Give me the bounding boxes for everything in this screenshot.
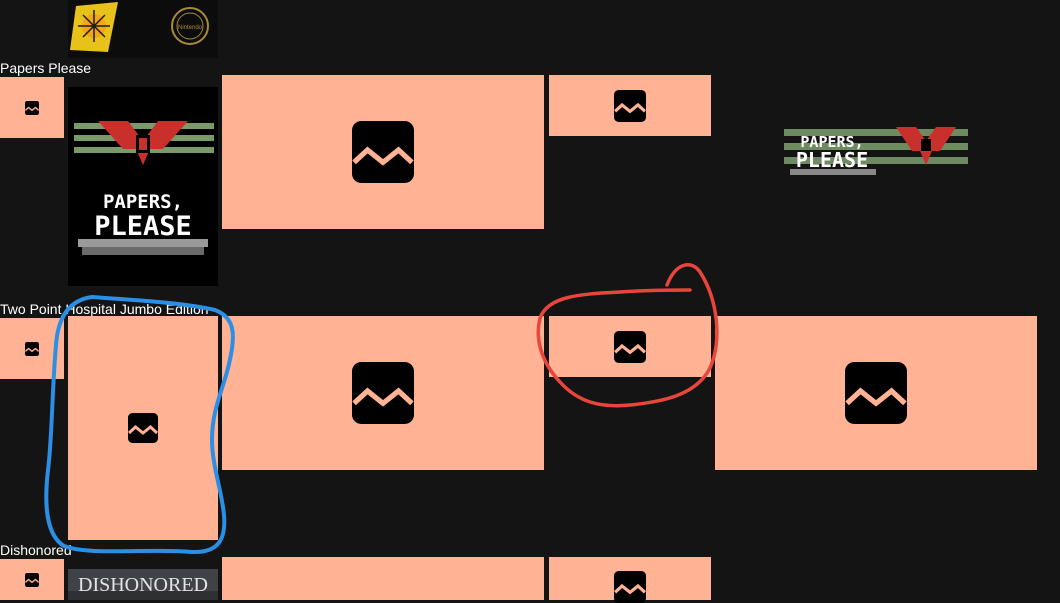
papers-please-logo-art[interactable]: PAPERS, PLEASE xyxy=(784,121,968,185)
dishonored-tile-wide[interactable] xyxy=(222,557,544,600)
broken-image-icon xyxy=(25,100,39,115)
two-point-hospital-tile-logo[interactable] xyxy=(715,316,1037,470)
two-point-hospital-tile-small[interactable] xyxy=(549,316,711,377)
two-point-hospital-tile-cover[interactable] xyxy=(68,316,218,540)
logo-text-line2: PLEASE xyxy=(796,148,868,172)
broken-image-icon xyxy=(128,413,158,443)
dishonored-poster-text: DISHONORED xyxy=(78,574,208,596)
broken-image-icon xyxy=(352,362,414,424)
broken-image-icon xyxy=(614,89,646,122)
broken-image-icon xyxy=(25,572,39,587)
broken-image-icon xyxy=(25,341,39,356)
broken-image-icon xyxy=(845,362,907,424)
broken-image-icon xyxy=(614,330,646,363)
papers-please-tile-icon[interactable] xyxy=(0,77,64,138)
dishonored-tile-icon[interactable] xyxy=(0,559,64,600)
broken-image-icon xyxy=(352,121,414,183)
poster-text-line1: PAPERS, xyxy=(103,191,183,213)
game-title-dishonored: Dishonored xyxy=(0,542,72,558)
poster-text-line2: PLEASE xyxy=(94,211,192,242)
papers-please-tile-wide[interactable] xyxy=(222,75,544,229)
game-title-two-point-hospital: Two Point Hospital Jumbo Edition xyxy=(0,301,209,317)
dishonored-cover-art[interactable]: DISHONORED xyxy=(68,569,218,600)
previous-game-cover-art[interactable]: Nintendo xyxy=(68,0,218,58)
papers-please-tile-small[interactable] xyxy=(549,75,711,136)
seal-text: Nintendo xyxy=(178,25,203,31)
two-point-hospital-tile-wide[interactable] xyxy=(222,316,544,470)
game-title-papers-please: Papers Please xyxy=(0,60,92,76)
dishonored-tile-small[interactable] xyxy=(549,557,711,603)
two-point-hospital-tile-icon[interactable] xyxy=(0,318,64,379)
papers-please-cover-art[interactable]: PAPERS, PLEASE xyxy=(68,87,218,286)
broken-image-icon xyxy=(614,571,646,603)
